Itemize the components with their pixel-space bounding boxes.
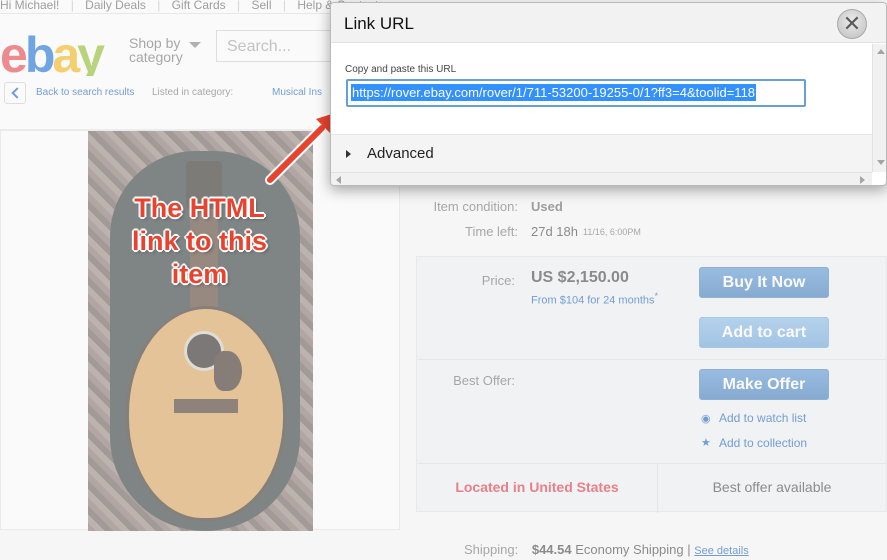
listed-in-label: Listed in category:: [152, 87, 234, 98]
nav-sell[interactable]: Sell: [252, 0, 272, 11]
financing-text: From $104 for 24 months: [531, 294, 655, 307]
guitar-bridge: [174, 399, 238, 413]
link-url-dialog: Link URL ✕ Copy and paste this URL https…: [330, 2, 887, 186]
add-to-cart-button[interactable]: Add to cart: [699, 317, 829, 348]
selected-url-text: https://rover.ebay.com/rover/1/711-53200…: [351, 84, 757, 101]
nav-separator: |: [157, 0, 161, 12]
horizontal-scrollbar[interactable]: [331, 172, 872, 185]
add-to-watch-list-link[interactable]: Add to watch list: [719, 411, 806, 425]
best-offer-available: Best offer available: [657, 463, 886, 513]
condition-label: Item condition:: [433, 199, 518, 214]
shipping-method: Economy Shipping: [575, 542, 684, 557]
annotation-line-2: link to this: [132, 226, 267, 256]
search-input[interactable]: Search...: [216, 30, 346, 62]
category-label: category: [129, 49, 183, 65]
scroll-up-icon[interactable]: [877, 49, 885, 54]
condition-value: Used: [531, 199, 563, 214]
item-image-panel: [0, 130, 400, 531]
item-details: Item condition: Used Time left: 27d 18h …: [400, 186, 887, 560]
time-left-label: Time left:: [465, 224, 518, 239]
make-offer-button[interactable]: Make Offer: [699, 369, 829, 400]
item-location: Located in United States: [455, 479, 619, 495]
shipping-label: Shipping:: [464, 542, 519, 557]
scroll-down-icon[interactable]: [877, 160, 885, 165]
dialog-body: Copy and paste this URL https://rover.eb…: [331, 44, 872, 172]
annotation-line-1: The HTML: [134, 193, 265, 223]
nav-separator: |: [70, 0, 74, 12]
annotation-line-3: item: [171, 259, 228, 289]
nav-separator: |: [282, 0, 286, 12]
shipping-amount: $44.54: [531, 542, 572, 557]
best-offer-label: Best Offer:: [453, 373, 515, 388]
guitar-pickguard: [214, 351, 242, 391]
end-date: 11/16, 6:00PM: [583, 227, 641, 237]
nav-gift-cards[interactable]: Gift Cards: [172, 0, 226, 11]
url-field[interactable]: https://rover.ebay.com/rover/1/711-53200…: [346, 79, 806, 107]
chevron-down-icon: [189, 42, 201, 48]
advanced-toggle[interactable]: Advanced: [331, 134, 872, 172]
category-link[interactable]: Musical Ins: [272, 87, 322, 98]
nav-separator: |: [237, 0, 241, 12]
buy-it-now-button[interactable]: Buy It Now: [699, 267, 829, 298]
shop-by-label: Shop by: [129, 35, 181, 51]
back-arrow-icon[interactable]: [4, 82, 26, 104]
chevron-right-icon: [346, 150, 351, 158]
financing-footnote-mark: *: [654, 291, 659, 301]
buy-box: Price: US $2,150.00 From $104 for 24 mon…: [416, 256, 887, 513]
star-icon: ★: [701, 437, 711, 449]
eye-icon: ◉: [701, 413, 711, 425]
greeting-link[interactable]: Hi Michael!: [0, 0, 59, 11]
shipping-row: Shipping: $44.54 Economy Shipping | See …: [464, 542, 749, 557]
scroll-right-icon[interactable]: [860, 176, 865, 184]
back-to-results-link[interactable]: Back to search results: [36, 87, 134, 98]
add-to-collection-link[interactable]: Add to collection: [719, 436, 807, 450]
dialog-titlebar: Link URL ✕: [331, 3, 886, 43]
scroll-left-icon[interactable]: [336, 176, 341, 184]
shipping-separator: |: [687, 542, 691, 557]
copy-url-hint: Copy and paste this URL: [345, 64, 457, 75]
price-label: Price:: [481, 273, 515, 288]
annotation-text: The HTML link to this item: [87, 192, 312, 291]
financing-link[interactable]: From $104 for 24 months*: [531, 291, 658, 307]
vertical-scrollbar[interactable]: [872, 44, 886, 172]
see-details-link[interactable]: See details: [694, 545, 748, 557]
guitar-photo[interactable]: [88, 131, 313, 531]
ebay-logo[interactable]: ebay: [0, 30, 105, 80]
shop-by-category-button[interactable]: Shop by category: [129, 35, 201, 65]
price-value: US $2,150.00: [531, 269, 629, 286]
dialog-title: Link URL: [344, 14, 414, 33]
close-icon[interactable]: ✕: [837, 9, 867, 39]
time-left-value: 27d 18h: [531, 224, 578, 239]
divider: [417, 359, 886, 360]
nav-daily-deals[interactable]: Daily Deals: [85, 0, 146, 11]
advanced-label: Advanced: [367, 145, 434, 162]
screenshot-stage: Hi Michael! | Daily Deals | Gift Cards |…: [0, 0, 887, 560]
